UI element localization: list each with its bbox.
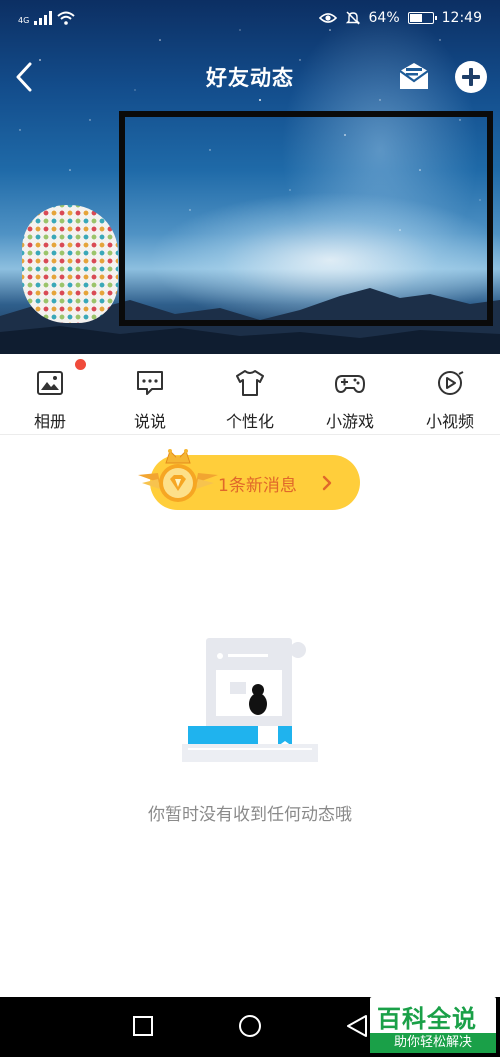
top-nav-bar: 好友动态 xyxy=(0,52,500,102)
shortcut-label: 小游戏 xyxy=(325,412,374,431)
empty-feed-illustration xyxy=(182,638,318,762)
home-button[interactable] xyxy=(233,1011,267,1041)
recent-apps-button[interactable] xyxy=(126,1011,160,1041)
shortcut-bar: 相册 说说 个性化 小游戏 小视频 xyxy=(0,354,500,435)
avatar[interactable] xyxy=(22,205,118,323)
shortcut-label: 个性化 xyxy=(225,412,274,431)
play-circle-icon xyxy=(438,371,464,395)
app-screen: 4G 64% 12:49 好友动态 相册 说说 个性化 小游戏 小视频 1条新消… xyxy=(0,0,500,1057)
battery-icon xyxy=(407,12,437,24)
status-bar: 4G 64% 12:49 xyxy=(0,0,500,40)
network-type: 4G xyxy=(18,16,30,25)
signal-icon xyxy=(34,11,53,25)
plus-circle-icon xyxy=(455,61,487,93)
status-right: 64% 12:49 xyxy=(318,10,482,26)
status-left: 4G xyxy=(18,11,75,25)
photo-album-icon xyxy=(37,371,63,395)
shortcut-mini-games[interactable]: 小游戏 xyxy=(300,354,400,434)
battery-level-fill xyxy=(409,14,423,22)
watermark-subtitle: 助你轻松解决 xyxy=(370,1033,496,1053)
message-box-button[interactable] xyxy=(396,59,432,95)
page-title: 好友动态 xyxy=(206,66,294,90)
shortcut-label: 小视频 xyxy=(425,412,474,431)
wifi-icon xyxy=(57,11,75,25)
new-message-label: 1条新消息 xyxy=(218,476,297,496)
shortcut-short-video[interactable]: 小视频 xyxy=(400,354,500,434)
empty-state-message: 你暂时没有收到任何动态哦 xyxy=(148,805,352,825)
tshirt-icon xyxy=(236,370,264,396)
shortcut-shuoshuo[interactable]: 说说 xyxy=(100,354,200,434)
mail-icon xyxy=(399,63,429,89)
crown-diamond-badge-icon xyxy=(138,449,218,502)
circle-icon xyxy=(239,1015,261,1037)
square-icon xyxy=(133,1016,153,1036)
add-post-button[interactable] xyxy=(454,60,488,94)
shortcut-album[interactable]: 相册 xyxy=(0,354,100,434)
cover-photo-frame[interactable] xyxy=(119,111,493,326)
shortcut-label: 相册 xyxy=(33,412,66,431)
triangle-back-icon xyxy=(347,1015,367,1037)
notification-dot xyxy=(75,359,86,370)
eye-icon xyxy=(318,13,337,23)
chevron-left-icon xyxy=(16,62,32,92)
watermark-logo: 百科全说 助你轻松解决 xyxy=(370,997,496,1053)
clock: 12:49 xyxy=(441,10,482,26)
shortcut-label: 说说 xyxy=(133,412,166,431)
chat-bubble-icon xyxy=(137,371,163,395)
mute-bell-icon xyxy=(345,11,360,25)
gamepad-icon xyxy=(335,375,365,394)
chevron-right-icon xyxy=(322,475,332,491)
battery-percent: 64% xyxy=(368,10,400,26)
back-button[interactable] xyxy=(8,56,48,98)
back-nav-button[interactable] xyxy=(340,1011,374,1041)
watermark-title: 百科全说 xyxy=(377,1005,477,1033)
shortcut-personalize[interactable]: 个性化 xyxy=(200,354,300,434)
